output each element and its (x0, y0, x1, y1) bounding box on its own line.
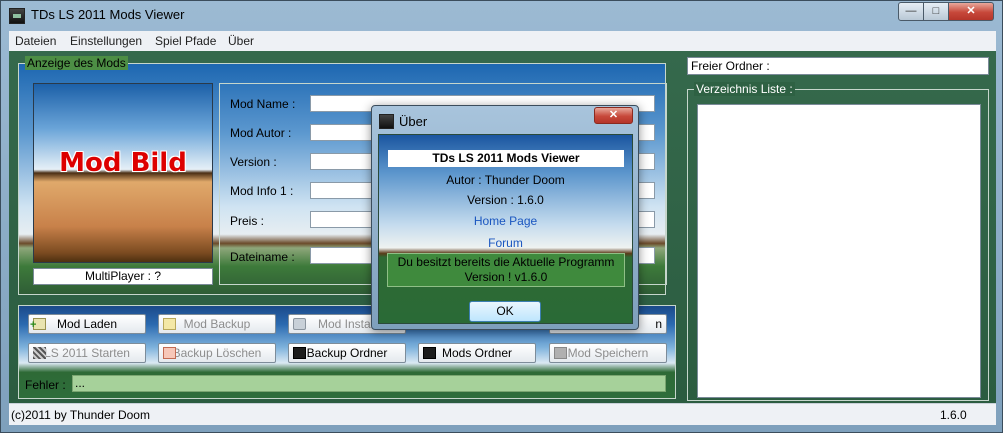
multiplayer-label: MultiPlayer : ? (33, 268, 213, 285)
price-label: Preis : (230, 214, 265, 228)
window-title: TDs LS 2011 Mods Viewer (31, 7, 185, 22)
main-window: TDs LS 2011 Mods Viewer — □ ✕ Dateien Ei… (0, 0, 1003, 433)
version-label: Version : (230, 155, 277, 169)
mod-speichern-label: Mod Speichern (567, 346, 649, 360)
copyright-text: (c)2011 by Thunder Doom (11, 408, 150, 422)
add-icon (30, 316, 46, 334)
about-dialog: Über ✕ TDs LS 2011 Mods Viewer Autor : T… (371, 105, 639, 330)
mod-image-text: Mod Bild (59, 148, 187, 178)
mod-speichern-button[interactable]: Mod Speichern (549, 343, 667, 363)
backup-loeschen-button[interactable]: Backup Löschen (158, 343, 276, 363)
backup-ordner-label: Backup Ordner (306, 346, 388, 360)
directory-list-title: Verzeichnis Liste : (694, 82, 795, 96)
mod-laden-button[interactable]: Mod Laden (28, 314, 146, 334)
close-button[interactable]: ✕ (948, 2, 994, 21)
error-field: ... (72, 375, 666, 392)
disk-icon (423, 347, 436, 359)
game-icon (33, 347, 46, 359)
update-message: Du besitzt bereits die Aktuelle Programm… (387, 253, 625, 287)
menu-einstellungen[interactable]: Einstellungen (70, 34, 142, 48)
about-version: Version : 1.6.0 (467, 193, 544, 207)
backup-icon (163, 347, 176, 359)
ls-starten-button[interactable]: LS 2011 Starten (28, 343, 146, 363)
mod-display-title: Anzeige des Mods (25, 56, 128, 70)
menu-ueber[interactable]: Über (228, 34, 254, 48)
version-text: 1.6.0 (940, 408, 967, 422)
free-folder-field[interactable]: Freier Ordner : (687, 57, 989, 75)
directory-list[interactable] (697, 104, 981, 398)
ls-starten-label: LS 2011 Starten (44, 346, 130, 360)
app-icon (9, 8, 25, 24)
about-body: TDs LS 2011 Mods Viewer Autor : Thunder … (378, 134, 633, 324)
maximize-button[interactable]: □ (923, 2, 949, 21)
disk-icon (293, 347, 306, 359)
forum-link[interactable]: Forum (379, 236, 632, 250)
mod-author-label: Mod Autor : (230, 126, 292, 140)
mod-install-label: Mod Install (317, 317, 377, 331)
minimize-button[interactable]: — (898, 2, 924, 21)
mod-name-label: Mod Name : (230, 97, 296, 111)
title-bar[interactable]: TDs LS 2011 Mods Viewer — □ ✕ (1, 1, 1002, 31)
menu-spiel-pfade[interactable]: Spiel Pfade (155, 34, 216, 48)
about-close-button[interactable]: ✕ (594, 107, 633, 124)
about-author: Autor : Thunder Doom (446, 173, 565, 187)
error-label: Fehler : (25, 378, 66, 392)
mod-image: Mod Bild (33, 83, 213, 263)
filename-label: Dateiname : (230, 250, 295, 264)
menu-bar: Dateien Einstellungen Spiel Pfade Über (9, 31, 996, 51)
mod-backup-button[interactable]: Mod Backup (158, 314, 276, 334)
mod-laden-label: Mod Laden (56, 317, 118, 331)
about-title: Über (399, 114, 428, 129)
status-bar: (c)2011 by Thunder Doom 1.6.0 (9, 403, 996, 425)
mod-info-label: Mod Info 1 : (230, 184, 294, 198)
folder-icon (163, 318, 176, 330)
hidden-right-label: n (655, 317, 662, 331)
mods-ordner-label: Mods Ordner (441, 346, 513, 360)
homepage-link[interactable]: Home Page (379, 214, 632, 228)
ok-button[interactable]: OK (469, 301, 541, 322)
backup-ordner-button[interactable]: Backup Ordner (288, 343, 406, 363)
about-app-name: TDs LS 2011 Mods Viewer (388, 150, 624, 167)
directory-list-group: Verzeichnis Liste : (687, 82, 989, 401)
app-icon (379, 114, 394, 129)
mods-ordner-button[interactable]: Mods Ordner (418, 343, 536, 363)
mod-backup-label: Mod Backup (183, 317, 251, 331)
backup-loeschen-label: Backup Löschen (172, 346, 262, 360)
save-icon (554, 347, 567, 359)
install-icon (293, 318, 306, 330)
menu-dateien[interactable]: Dateien (15, 34, 56, 48)
